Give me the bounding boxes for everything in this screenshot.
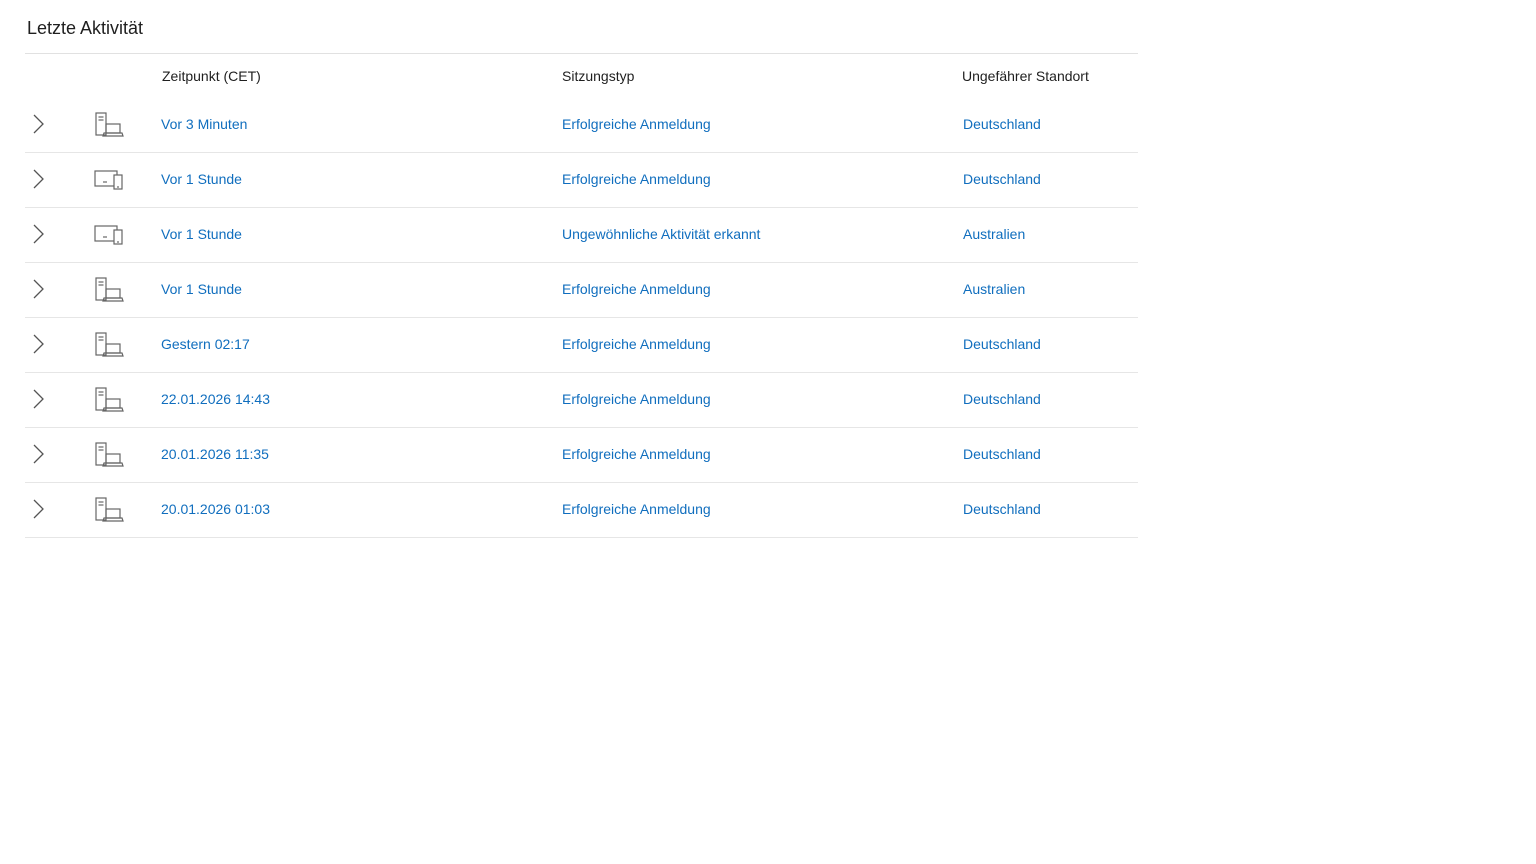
expand-chevron-icon[interactable] (31, 168, 45, 190)
activity-table: Zeitpunkt (CET) Sitzungstyp Ungefährer S… (25, 53, 1138, 538)
recent-activity-page: Letzte Aktivität Zeitpunkt (CET) Sitzung… (0, 0, 1536, 864)
table-body: Vor 3 Minuten Erfolgreiche Anmeldung Deu… (25, 98, 1138, 538)
session-type-link[interactable]: Erfolgreiche Anmeldung (562, 390, 711, 408)
session-type-link[interactable]: Erfolgreiche Anmeldung (562, 335, 711, 353)
activity-row[interactable]: Vor 1 Stunde Erfolgreiche Anmeldung Aust… (25, 263, 1138, 318)
location-link[interactable]: Deutschland (963, 500, 1041, 518)
time-link[interactable]: 20.01.2026 11:35 (161, 445, 269, 463)
table-header: Zeitpunkt (CET) Sitzungstyp Ungefährer S… (25, 54, 1138, 98)
session-type-link[interactable]: Erfolgreiche Anmeldung (562, 170, 711, 188)
expand-chevron-icon[interactable] (31, 278, 45, 300)
expand-chevron-icon[interactable] (31, 333, 45, 355)
desktop-laptop-icon (93, 111, 125, 139)
activity-row[interactable]: Gestern 02:17 Erfolgreiche Anmeldung Deu… (25, 318, 1138, 373)
time-link[interactable]: Vor 1 Stunde (161, 170, 242, 188)
time-link[interactable]: 20.01.2026 01:03 (161, 500, 270, 518)
location-link[interactable]: Deutschland (963, 390, 1041, 408)
activity-row[interactable]: Vor 3 Minuten Erfolgreiche Anmeldung Deu… (25, 98, 1138, 153)
expand-chevron-icon[interactable] (31, 388, 45, 410)
location-link[interactable]: Australien (963, 225, 1025, 243)
desktop-laptop-icon (93, 386, 125, 414)
desktop-laptop-icon (93, 331, 125, 359)
desktop-laptop-icon (93, 496, 125, 524)
desktop-laptop-icon (93, 276, 125, 304)
monitor-phone-icon (93, 166, 125, 194)
session-type-link[interactable]: Erfolgreiche Anmeldung (562, 115, 711, 133)
activity-row[interactable]: Vor 1 Stunde Ungewöhnliche Aktivität erk… (25, 208, 1138, 263)
activity-row[interactable]: 20.01.2026 01:03 Erfolgreiche Anmeldung … (25, 483, 1138, 538)
session-type-link[interactable]: Ungewöhnliche Aktivität erkannt (562, 225, 760, 243)
session-type-link[interactable]: Erfolgreiche Anmeldung (562, 500, 711, 518)
time-link[interactable]: 22.01.2026 14:43 (161, 390, 270, 408)
time-link[interactable]: Vor 1 Stunde (161, 280, 242, 298)
session-type-link[interactable]: Erfolgreiche Anmeldung (562, 280, 711, 298)
time-link[interactable]: Vor 3 Minuten (161, 115, 247, 133)
header-time: Zeitpunkt (CET) (162, 68, 261, 84)
expand-chevron-icon[interactable] (31, 113, 45, 135)
desktop-laptop-icon (93, 441, 125, 469)
location-link[interactable]: Australien (963, 280, 1025, 298)
expand-chevron-icon[interactable] (31, 223, 45, 245)
section-title: Letzte Aktivität (27, 18, 144, 38)
time-link[interactable]: Gestern 02:17 (161, 335, 250, 353)
expand-chevron-icon[interactable] (31, 443, 45, 465)
time-link[interactable]: Vor 1 Stunde (161, 225, 242, 243)
activity-row[interactable]: 20.01.2026 11:35 Erfolgreiche Anmeldung … (25, 428, 1138, 483)
location-link[interactable]: Deutschland (963, 335, 1041, 353)
header-session-type: Sitzungstyp (562, 68, 635, 84)
location-link[interactable]: Deutschland (963, 170, 1041, 188)
location-link[interactable]: Deutschland (963, 445, 1041, 463)
location-link[interactable]: Deutschland (963, 115, 1041, 133)
session-type-link[interactable]: Erfolgreiche Anmeldung (562, 445, 711, 463)
activity-row[interactable]: Vor 1 Stunde Erfolgreiche Anmeldung Deut… (25, 153, 1138, 208)
monitor-phone-icon (93, 221, 125, 249)
activity-row[interactable]: 22.01.2026 14:43 Erfolgreiche Anmeldung … (25, 373, 1138, 428)
header-location: Ungefährer Standort (962, 68, 1089, 84)
expand-chevron-icon[interactable] (31, 498, 45, 520)
